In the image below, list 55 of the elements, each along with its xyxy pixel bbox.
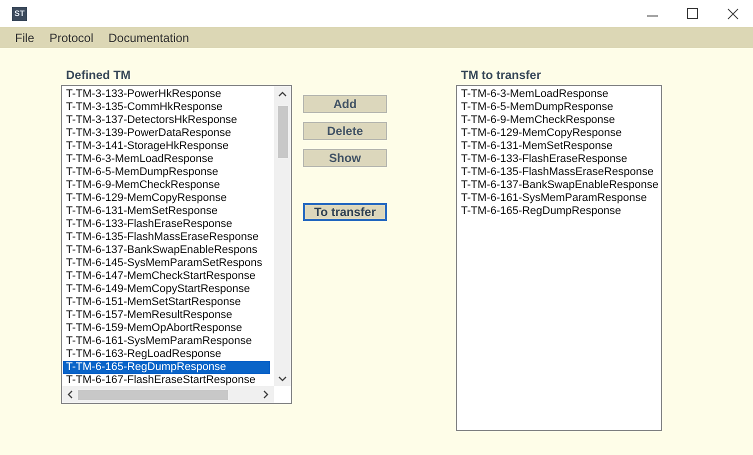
list-item[interactable]: T-TM-6-5-MemDumpResponse (63, 166, 270, 179)
list-box[interactable] (456, 85, 662, 431)
list-item[interactable]: T-TM-6-159-MemOpAbortResponse (63, 322, 270, 335)
scroll-thumb[interactable] (278, 106, 288, 158)
list-item[interactable]: T-TM-3-137-DetectorsHkResponse (63, 114, 270, 127)
list-item[interactable]: T-TM-6-151-MemSetStartResponse (63, 296, 270, 309)
action-button[interactable]: Add (303, 95, 387, 113)
vertical-scrollbar[interactable] (274, 86, 291, 386)
list-item[interactable]: T-TM-3-141-StorageHkResponse (63, 140, 270, 153)
list-box[interactable] (61, 85, 292, 404)
list-label: Defined TM (66, 68, 132, 82)
list-item[interactable]: T-TM-6-9-MemCheckResponse (458, 114, 661, 127)
scroll-thumb[interactable] (78, 390, 228, 400)
close-icon[interactable] (727, 8, 739, 20)
maximize-icon[interactable] (687, 8, 699, 20)
list-item[interactable]: T-TM-6-137-BankSwapEnableResponse (458, 179, 661, 192)
list-item[interactable]: T-TM-6-161-SysMemParamResponse (458, 192, 661, 205)
list-item[interactable]: T-TM-6-137-BankSwapEnableRespons (63, 244, 270, 257)
list-item[interactable]: T-TM-6-145-SysMemParamSetRespons (63, 257, 270, 270)
action-button[interactable]: Delete (303, 122, 387, 140)
list-item[interactable]: T-TM-6-135-FlashMassEraseResponse (458, 166, 661, 179)
list-item[interactable]: T-TM-3-135-CommHkResponse (63, 101, 270, 114)
list-item[interactable]: T-TM-6-149-MemCopyStartResponse (63, 283, 270, 296)
list-item[interactable]: T-TM-6-165-RegDumpResponse (63, 361, 270, 374)
list-item[interactable]: T-TM-6-131-MemSetResponse (458, 140, 661, 153)
list-item[interactable]: T-TM-6-167-FlashEraseStartResponse (63, 374, 270, 387)
list-item[interactable]: T-TM-6-161-SysMemParamResponse (63, 335, 270, 348)
list-item[interactable]: T-TM-6-163-RegLoadResponse (63, 348, 270, 361)
action-button[interactable]: To transfer (303, 203, 387, 221)
list-item[interactable]: T-TM-6-157-MemResultResponse (63, 309, 270, 322)
menu-item[interactable]: Protocol (42, 28, 102, 46)
list-item[interactable]: T-TM-6-5-MemDumpResponse (458, 101, 661, 114)
scroll-right-icon[interactable] (263, 390, 269, 399)
list-item[interactable]: T-TM-3-139-PowerDataResponse (63, 127, 270, 140)
list-item[interactable]: T-TM-6-3-MemLoadResponse (458, 88, 661, 101)
scroll-down-icon[interactable] (278, 376, 287, 382)
menu-item[interactable]: File (8, 28, 42, 46)
scroll-up-icon[interactable] (278, 91, 287, 97)
list-item[interactable]: T-TM-6-147-MemCheckStartResponse (63, 270, 270, 283)
list-item[interactable]: T-TM-6-129-MemCopyResponse (63, 192, 270, 205)
list-label: TM to transfer (461, 68, 542, 82)
app-icon: ST (12, 6, 27, 20)
list-item[interactable]: T-TM-6-9-MemCheckResponse (63, 179, 270, 192)
scroll-left-icon[interactable] (67, 390, 73, 399)
list-item[interactable]: T-TM-6-131-MemSetResponse (63, 205, 270, 218)
list-item[interactable]: T-TM-6-135-FlashMassEraseResponse (63, 231, 270, 244)
action-button[interactable]: Show (303, 149, 387, 167)
list-item[interactable]: T-TM-6-129-MemCopyResponse (458, 127, 661, 140)
list-item[interactable]: T-TM-3-133-PowerHkResponse (63, 88, 270, 101)
list-item[interactable]: T-TM-6-165-RegDumpResponse (458, 205, 661, 218)
horizontal-scrollbar[interactable] (62, 386, 274, 403)
menu-item[interactable]: Documentation (101, 28, 198, 46)
list-item[interactable]: T-TM-6-133-FlashEraseResponse (63, 218, 270, 231)
list-item[interactable]: T-TM-6-3-MemLoadResponse (63, 153, 270, 166)
list-item[interactable]: T-TM-6-133-FlashEraseResponse (458, 153, 661, 166)
